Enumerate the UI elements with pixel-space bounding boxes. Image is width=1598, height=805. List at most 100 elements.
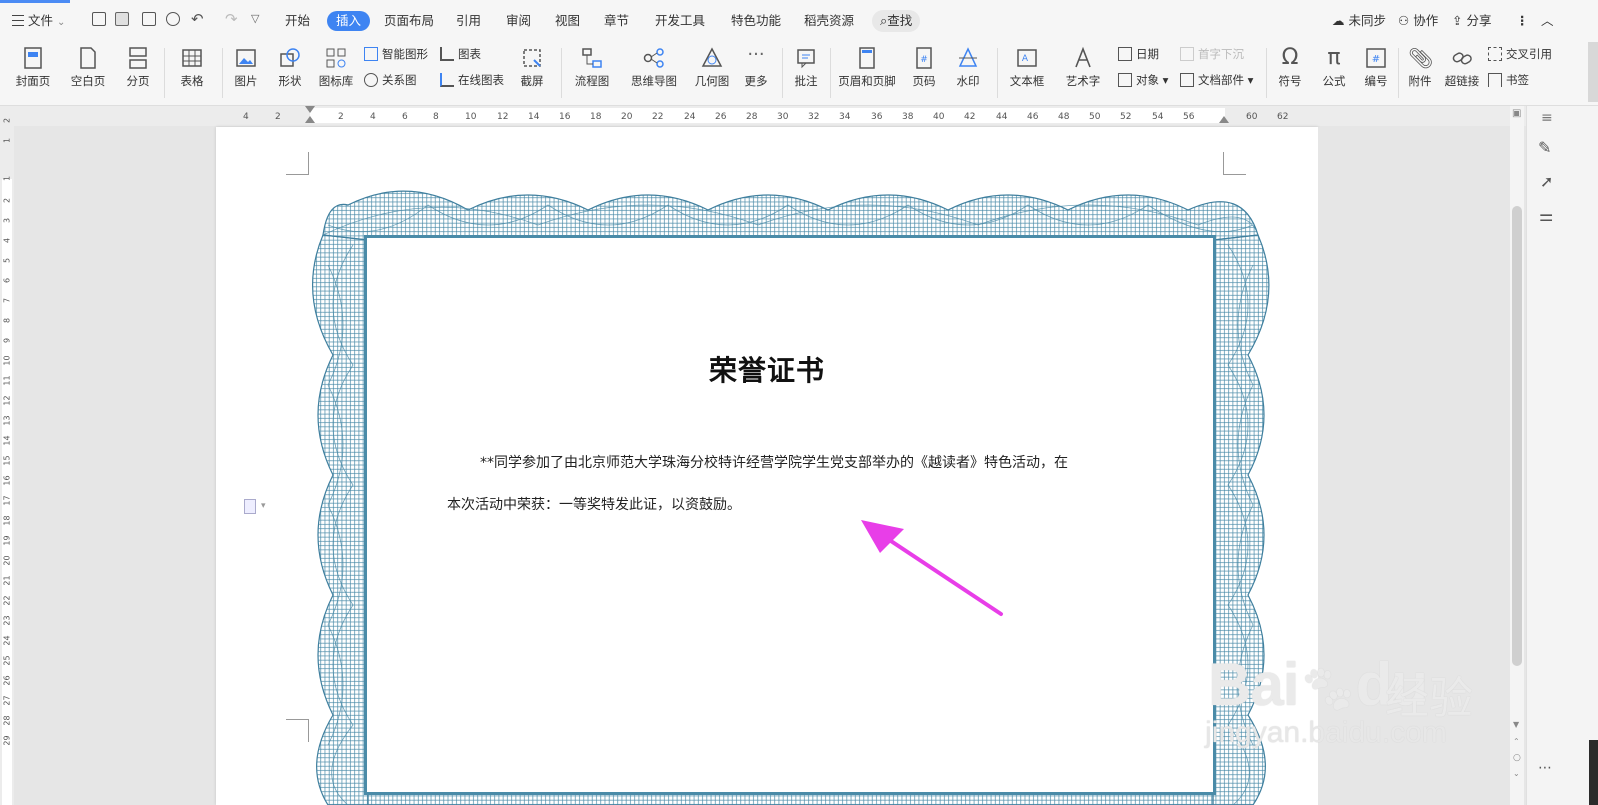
print-icon[interactable] — [142, 12, 156, 26]
comment-icon — [797, 49, 815, 69]
more-options-icon[interactable]: ⋮ — [1516, 11, 1529, 31]
chart-button[interactable]: 图表 — [440, 44, 481, 64]
collaborate-button[interactable]: ⚇ 协作 — [1398, 11, 1438, 31]
icon-library-label: 图标库 — [318, 74, 354, 88]
document-page[interactable]: 荣誉证书 **同学参加了由北京师范大学珠海分校特许经营学院学生党支部举办的《越读… — [216, 127, 1318, 805]
settings-sliders-icon[interactable]: ⚌ — [1539, 206, 1553, 225]
search-button[interactable]: ⌕查找 — [872, 10, 921, 32]
object-button[interactable]: 对象 ▾ — [1118, 70, 1168, 90]
wordart-button[interactable]: 艺术字 — [1058, 42, 1108, 102]
tab-page-layout[interactable]: 页面布局 — [384, 11, 434, 31]
blank-page-button[interactable]: 空白页 — [63, 42, 113, 102]
cover-page-button[interactable]: 封面页 — [8, 42, 58, 102]
screenshot-label: 截屏 — [520, 74, 544, 88]
bookmark-button[interactable]: 书签 — [1488, 70, 1529, 90]
next-page-icon[interactable]: ⌄ — [1513, 769, 1520, 778]
paw-icon: 🐾︎ — [1298, 663, 1356, 715]
scroll-down-icon[interactable]: ▼ — [1513, 720, 1519, 729]
quick-access-dropdown-icon[interactable]: ▽ — [251, 12, 259, 25]
online-chart-button[interactable]: 在线图表 — [440, 70, 504, 90]
textbox-button[interactable]: A 文本框 — [1002, 42, 1052, 102]
ruler-text-area — [310, 108, 1225, 123]
tab-home[interactable]: 开始 — [285, 11, 310, 31]
picture-button[interactable]: 图片 — [226, 42, 266, 102]
print-preview-icon[interactable] — [166, 12, 180, 26]
shape-button[interactable]: 形状 — [270, 42, 310, 102]
chart-icon — [440, 47, 454, 61]
comment-button[interactable]: 批注 — [787, 42, 825, 102]
hyperlink-button[interactable]: 超链接 — [1440, 42, 1484, 102]
tab-special-features[interactable]: 特色功能 — [731, 11, 781, 31]
symbol-button[interactable]: Ω 符号 — [1270, 42, 1310, 102]
ribbon-scrollbar[interactable] — [1588, 42, 1598, 102]
cursor-select-icon[interactable]: ➚ — [1540, 172, 1553, 191]
tab-references[interactable]: 引用 — [456, 11, 481, 31]
geometry-label: 几何图 — [694, 74, 730, 88]
object-label: 对象 — [1136, 73, 1159, 87]
scroll-up-icon[interactable]: ▣ — [1512, 108, 1521, 119]
undo-icon[interactable]: ↶ — [191, 10, 204, 28]
vertical-ruler[interactable]: 2 1 1 2 3 4 5 6 7 8 9 10 11 12 13 14 15 16 17 18 19 20 21 22 23 2… — [0, 106, 14, 805]
screenshot-button[interactable]: 截屏 — [512, 42, 552, 102]
ruler-tick-label: 28 — [746, 112, 758, 122]
formula-button[interactable]: π 公式 — [1314, 42, 1354, 102]
mindmap-button[interactable]: 思维导图 — [624, 42, 684, 102]
date-button[interactable]: 日期 — [1118, 44, 1159, 64]
certificate-body-line-2[interactable]: 本次活动中荣获：一等奖特发此证，以资鼓励。 — [447, 494, 741, 514]
vertical-ruler-tick-label: 17 — [2, 495, 12, 506]
select-browse-object-icon[interactable]: ○ — [1513, 753, 1521, 763]
more-button[interactable]: ··· 更多 — [738, 42, 774, 102]
comment-label: 批注 — [794, 74, 818, 88]
vertical-ruler-tick-label: 4 — [2, 237, 12, 244]
sync-status[interactable]: ☁ 未同步 — [1332, 11, 1386, 31]
side-panel-more-icon[interactable]: ⋯ — [1538, 760, 1552, 776]
tab-developer[interactable]: 开发工具 — [655, 11, 705, 31]
ruler-tick-label: 34 — [839, 112, 851, 122]
ruler-tick-label: 56 — [1183, 112, 1195, 122]
share-button[interactable]: ⇪ 分享 — [1452, 11, 1491, 31]
flowchart-button[interactable]: 流程图 — [566, 42, 618, 102]
chevron-down-icon[interactable]: ▾ — [261, 501, 266, 511]
cover-page-icon — [24, 47, 42, 69]
icon-library-button[interactable]: 图标库 — [314, 42, 358, 102]
horizontal-ruler[interactable]: 4 2 2 4 6 8 10 12 14 16 18 20 22 24 26 28 30 32 34 36 38 40 42… — [0, 106, 1598, 126]
format-painter-icon[interactable] — [115, 12, 129, 26]
right-indent-marker[interactable] — [1219, 116, 1229, 123]
doc-parts-label: 文档部件 — [1198, 73, 1244, 87]
dropcap-button[interactable]: 首字下沉 — [1180, 44, 1244, 64]
tab-insert[interactable]: 插入 — [327, 11, 371, 31]
scrollbar-thumb[interactable] — [1512, 206, 1522, 666]
bookmark-label: 书签 — [1506, 73, 1529, 87]
page-number-button[interactable]: # 页码 — [904, 42, 944, 102]
tab-chapter[interactable]: 章节 — [604, 11, 629, 31]
certificate-body-line-1[interactable]: **同学参加了由北京师范大学珠海分校特许经营学院学生党支部举办的《越读者》特色活… — [480, 452, 1068, 472]
doc-parts-button[interactable]: 文档部件 ▾ — [1180, 70, 1253, 90]
symbol-label: 符号 — [1278, 74, 1302, 88]
certificate-title[interactable]: 荣誉证书 — [216, 349, 1318, 389]
prev-page-icon[interactable]: ⌃ — [1513, 737, 1520, 746]
attachment-button[interactable]: 📎︎ 附件 — [1402, 42, 1438, 102]
watermark-button[interactable]: 水印 — [948, 42, 988, 102]
collapse-ribbon-icon[interactable]: ︿ — [1541, 11, 1554, 31]
geometry-button[interactable]: 几何图 — [690, 42, 734, 102]
redo-icon[interactable]: ↷ — [225, 10, 238, 28]
vertical-ruler-tick-label: 23 — [2, 615, 12, 626]
smartart-button[interactable]: 智能图形 — [364, 44, 428, 64]
file-menu[interactable]: 文件 ⌄ — [12, 11, 65, 31]
header-footer-button[interactable]: 页眉和页脚 — [836, 42, 898, 102]
relation-graph-button[interactable]: 关系图 — [364, 70, 417, 90]
pen-icon[interactable]: ✎ — [1538, 138, 1551, 157]
indent-marker-bottom[interactable] — [305, 116, 315, 123]
table-button[interactable]: 表格 — [170, 42, 214, 102]
save-icon[interactable] — [92, 12, 106, 26]
numbering-button[interactable]: # 编号 — [1358, 42, 1394, 102]
side-panel-collapse-icon[interactable]: ≡ — [1541, 110, 1553, 126]
page-break-button[interactable]: 分页 — [118, 42, 158, 102]
tab-view[interactable]: 视图 — [555, 11, 580, 31]
tab-review[interactable]: 审阅 — [506, 11, 531, 31]
ribbon-toolbar: 封面页 空白页 分页 表格 图片 形状 图标库 智能图形 图表 关系图 在线图表… — [0, 42, 1598, 106]
tab-docer-resources[interactable]: 稻壳资源 — [804, 11, 854, 31]
cross-reference-button[interactable]: 交叉引用 — [1488, 44, 1552, 64]
paste-options-icon[interactable] — [244, 499, 256, 514]
indent-marker[interactable] — [305, 106, 315, 113]
